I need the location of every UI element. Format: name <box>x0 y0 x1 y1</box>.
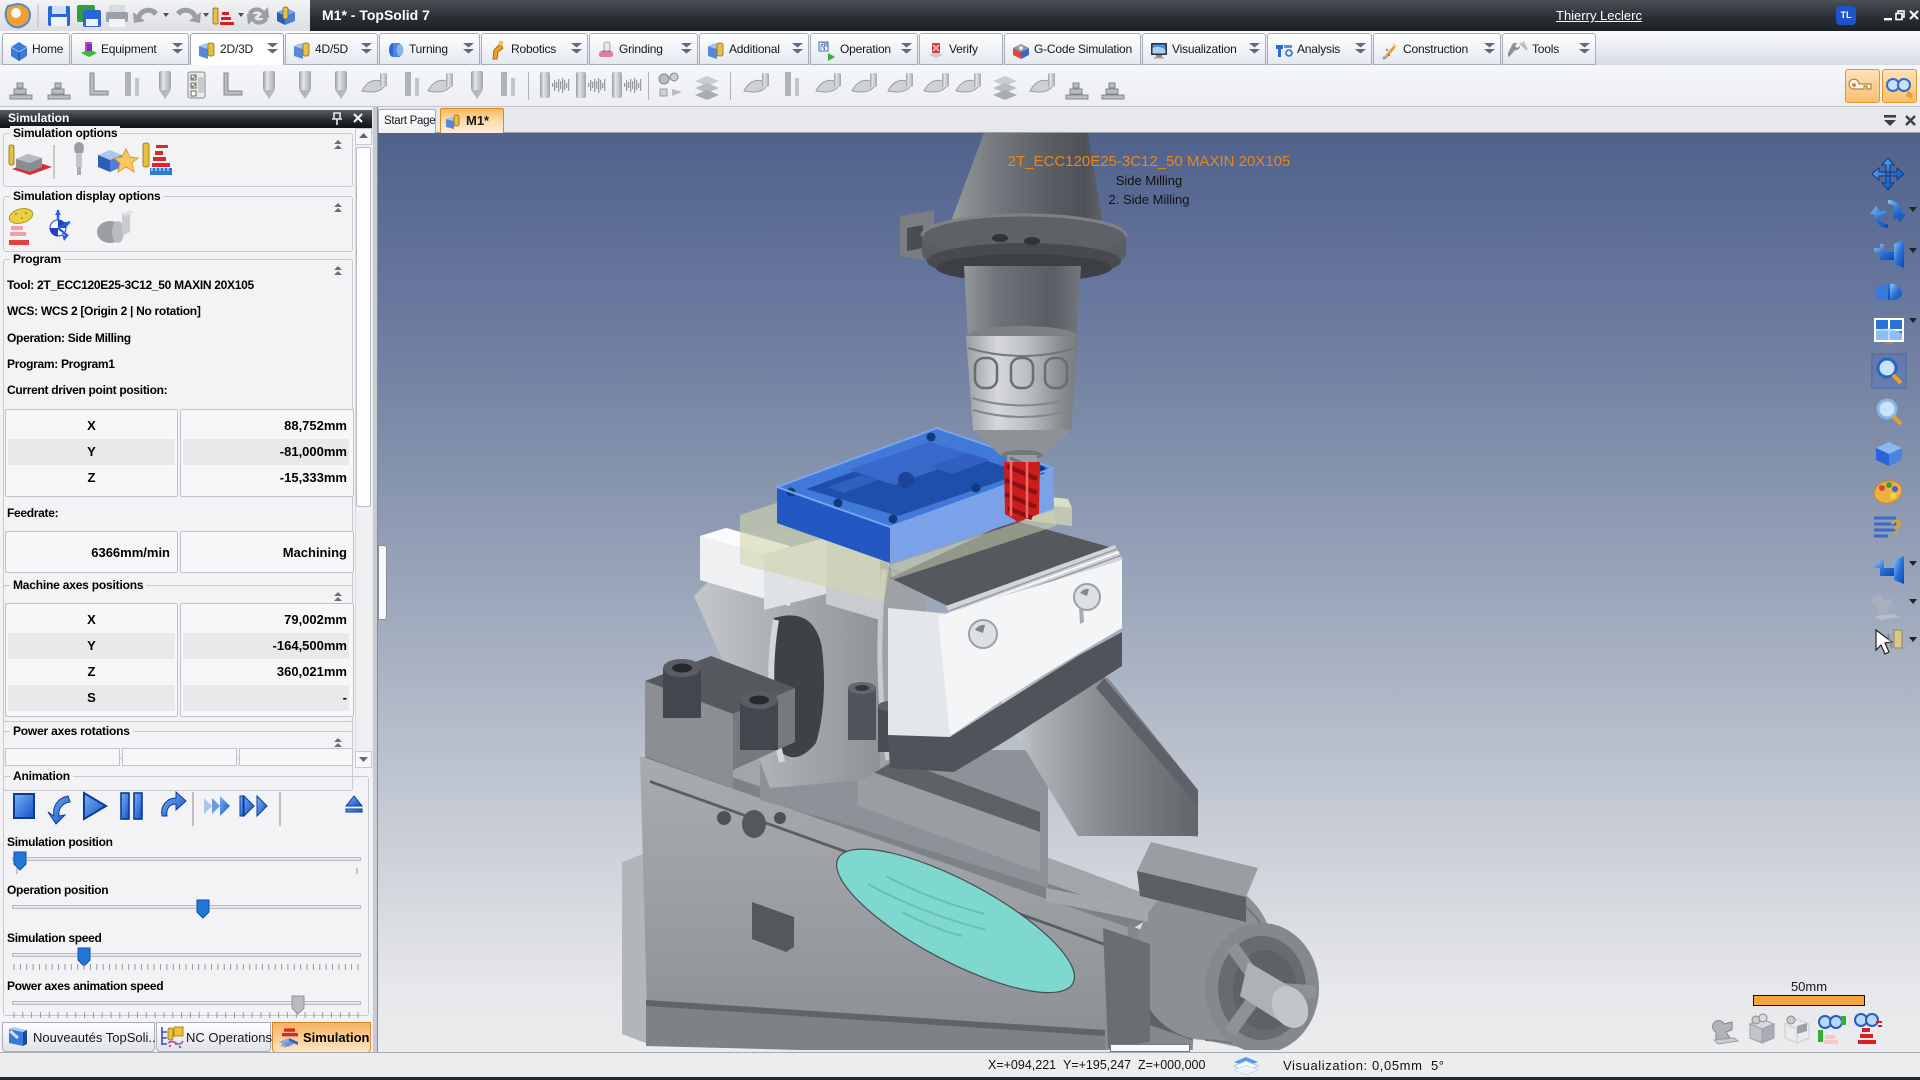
svg-text:%: % <box>822 42 828 49</box>
svg-text:?: ? <box>1890 517 1902 539</box>
